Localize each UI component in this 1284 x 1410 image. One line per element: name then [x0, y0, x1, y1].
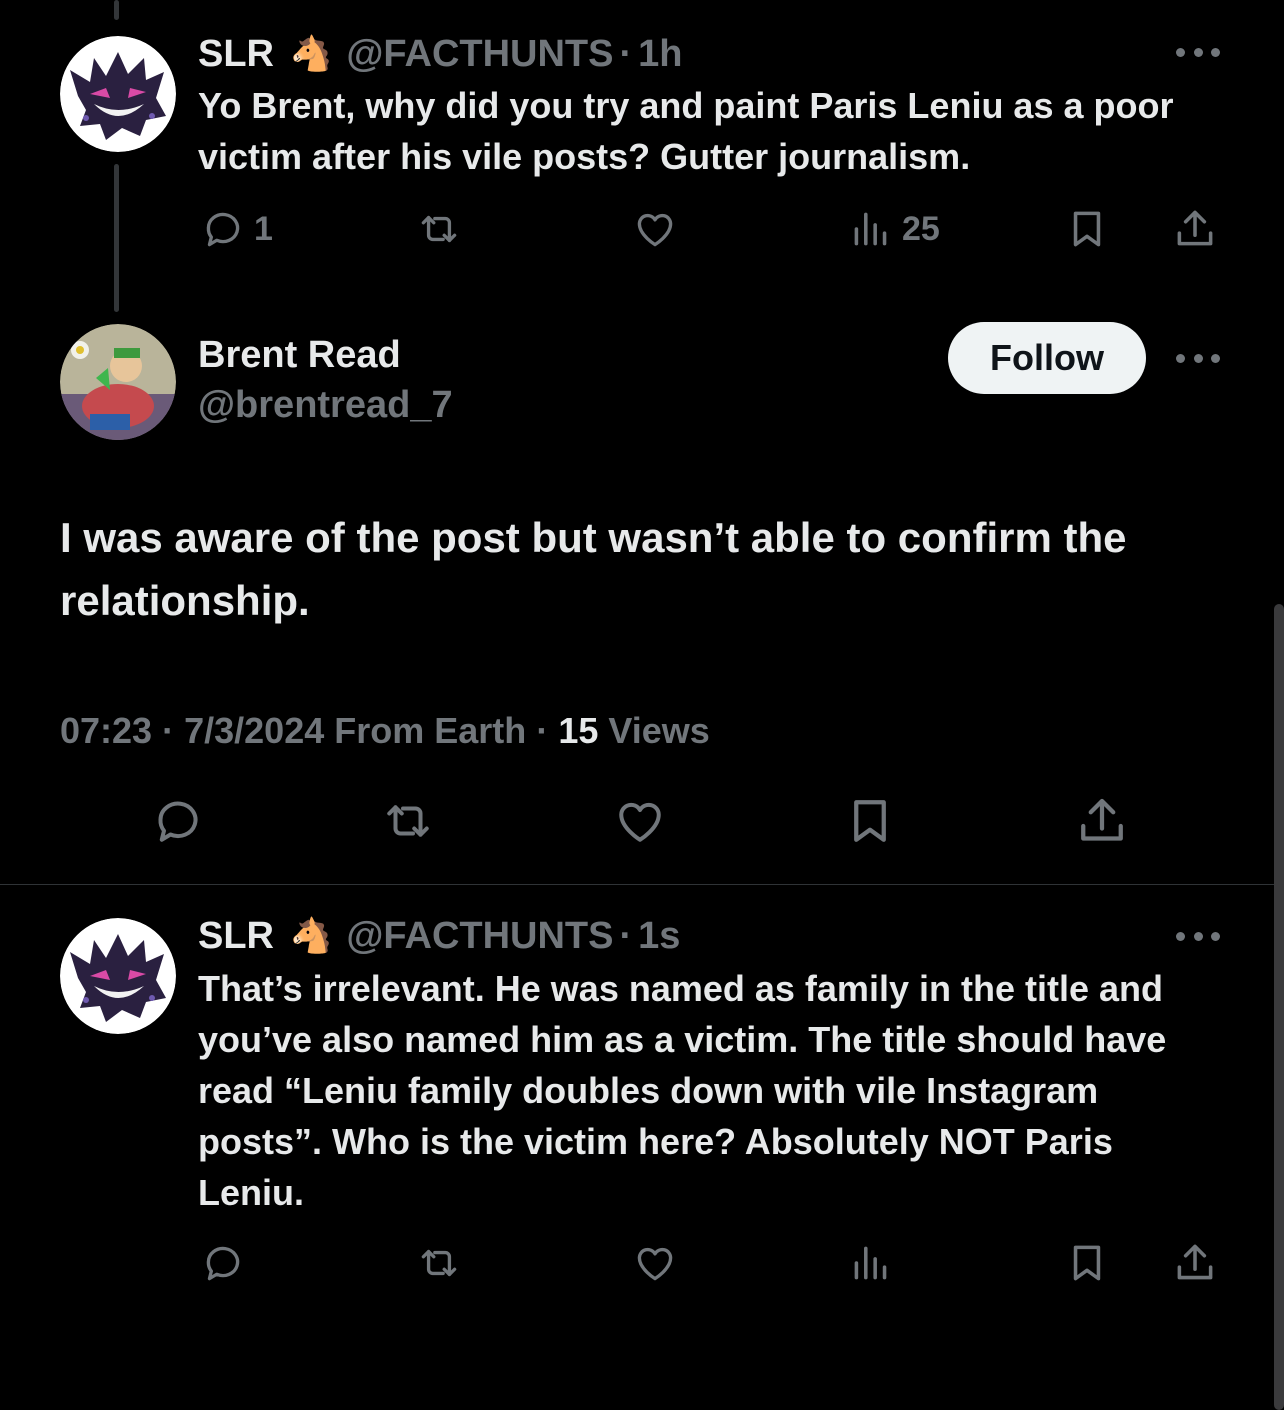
- bookmark-button[interactable]: [840, 796, 900, 846]
- reply2-header: SLR 🐴 @FACTHUNTS · 1s: [198, 912, 680, 960]
- horse-emoji-icon: 🐴: [290, 35, 333, 73]
- horse-emoji-icon: 🐴: [290, 917, 333, 955]
- more-icon[interactable]: [1176, 42, 1220, 62]
- share-icon: [1177, 210, 1213, 246]
- bookmark-button[interactable]: [1062, 204, 1112, 254]
- separator: ·: [536, 710, 549, 751]
- share-icon: [1177, 1244, 1213, 1280]
- views-label: Views: [608, 710, 710, 751]
- reply1-header: SLR 🐴 @FACTHUNTS · 1h: [198, 30, 683, 78]
- brent-avatar-image: [60, 324, 176, 440]
- main-actions: [148, 796, 1138, 856]
- retweet-icon: [387, 805, 429, 837]
- retweet-icon: [421, 215, 457, 243]
- reply-button[interactable]: [148, 796, 208, 846]
- bookmark-icon: [854, 800, 886, 842]
- like-icon: [619, 802, 661, 842]
- tweet-text: I was aware of the post but wasn’t able …: [60, 514, 1127, 624]
- reply-count: 1: [254, 209, 273, 248]
- like-button[interactable]: [610, 796, 670, 846]
- tweet-text: That’s irrelevant. He was named as famil…: [198, 968, 1167, 1213]
- bookmark-icon: [1073, 211, 1101, 247]
- views-icon: [854, 212, 887, 246]
- avatar[interactable]: [60, 918, 176, 1034]
- reply-button[interactable]: 1: [198, 204, 273, 254]
- reply-icon: [158, 801, 198, 842]
- views-icon: [854, 1246, 887, 1280]
- author-name[interactable]: Brent Read: [198, 334, 401, 377]
- like-button[interactable]: [630, 204, 680, 254]
- bookmark-icon: [1073, 1245, 1101, 1281]
- tweet-thread-page: SLR 🐴 @FACTHUNTS · 1h Yo Brent, why did …: [0, 0, 1284, 1410]
- gengar-avatar-image: [60, 36, 176, 152]
- retweet-button[interactable]: [414, 1238, 464, 1288]
- thread-line-top: [114, 0, 119, 20]
- like-icon: [637, 213, 673, 247]
- scrollbar[interactable]: [1274, 604, 1284, 1410]
- avatar[interactable]: [60, 324, 176, 440]
- author-name[interactable]: SLR: [198, 915, 274, 958]
- like-icon: [637, 1247, 673, 1281]
- tweet-time[interactable]: 07:23: [60, 710, 152, 751]
- bookmark-button[interactable]: [1062, 1238, 1112, 1288]
- views-count: 25: [902, 209, 940, 248]
- retweet-icon: [421, 1249, 457, 1277]
- author-handle[interactable]: @brentread_7: [198, 384, 453, 427]
- thread-line-connector: [114, 164, 119, 312]
- more-icon[interactable]: [1176, 926, 1220, 946]
- tweet-date[interactable]: 7/3/2024: [184, 710, 324, 751]
- timestamp[interactable]: 1s: [638, 915, 680, 958]
- separator: ·: [619, 914, 633, 957]
- author-handle[interactable]: @FACTHUNTS: [346, 33, 613, 76]
- tweet-text: Yo Brent, why did you try and paint Pari…: [198, 85, 1174, 177]
- retweet-button[interactable]: [378, 796, 438, 846]
- avatar[interactable]: [60, 36, 176, 152]
- share-icon: [1081, 798, 1123, 841]
- tweet-source: From Earth: [334, 710, 527, 751]
- timestamp[interactable]: 1h: [638, 33, 682, 76]
- tweet-meta: 07:23 · 7/3/2024 From Earth · 15 Views: [60, 710, 710, 752]
- divider: [0, 884, 1284, 885]
- author-handle[interactable]: @FACTHUNTS: [346, 915, 613, 958]
- share-button[interactable]: [1170, 1238, 1220, 1288]
- author-name[interactable]: SLR: [198, 33, 274, 76]
- gengar-avatar-image: [60, 918, 176, 1034]
- reply-icon: [206, 1246, 240, 1281]
- reply2-actions: [198, 1238, 1228, 1288]
- reply1-actions: 1 25: [198, 204, 1228, 254]
- separator: ·: [162, 710, 175, 751]
- retweet-button[interactable]: [414, 204, 464, 254]
- views-button[interactable]: [846, 1238, 896, 1288]
- follow-button[interactable]: Follow: [948, 322, 1146, 394]
- views-button[interactable]: 25: [846, 204, 940, 254]
- reply-button[interactable]: [198, 1238, 248, 1288]
- views-count: 15: [558, 710, 599, 751]
- like-button[interactable]: [630, 1238, 680, 1288]
- share-button[interactable]: [1072, 796, 1132, 846]
- share-button[interactable]: [1170, 204, 1220, 254]
- reply-icon: [206, 212, 240, 247]
- more-icon[interactable]: [1176, 348, 1220, 368]
- separator: ·: [619, 32, 633, 75]
